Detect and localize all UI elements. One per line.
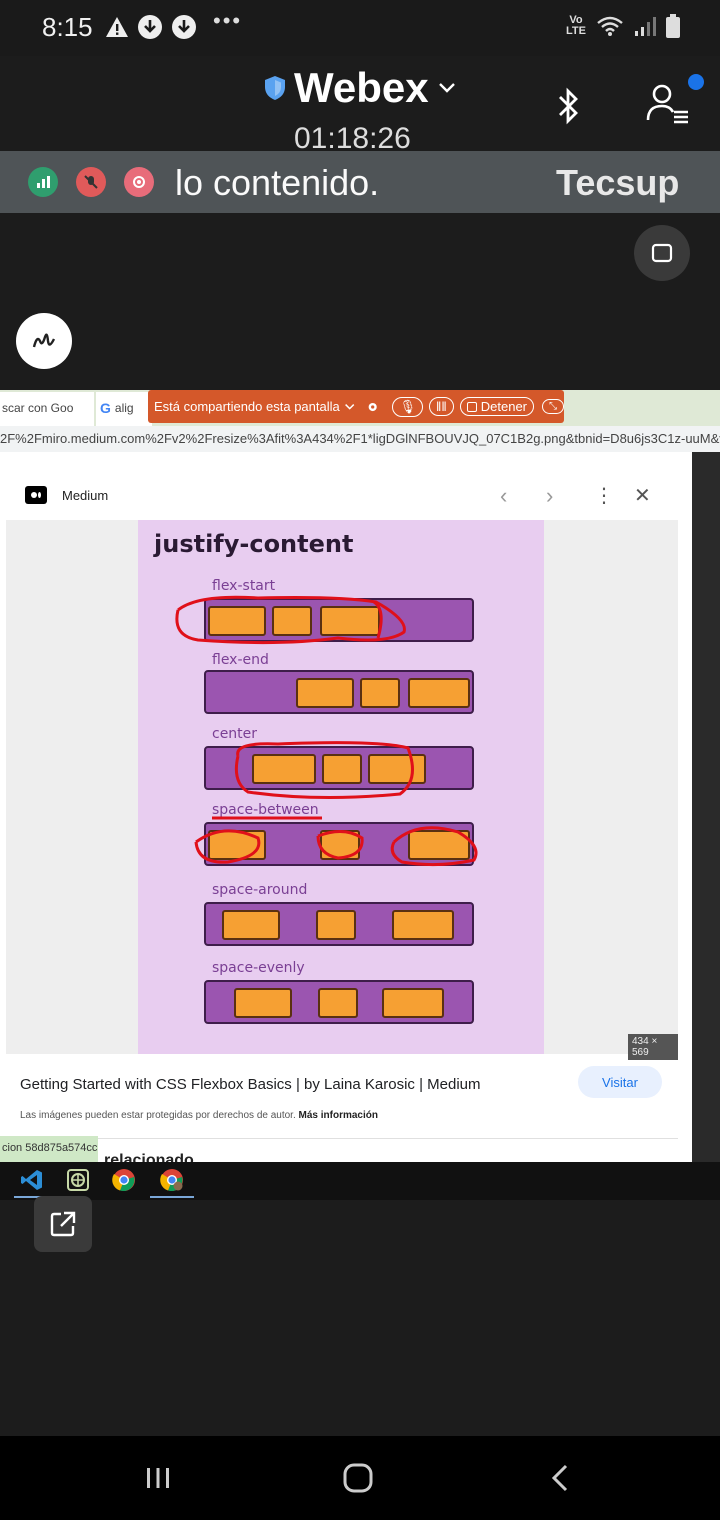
related-heading: relacionado [104,1152,194,1162]
divider [20,1138,678,1139]
image-viewer-panel: Medium ‹ › ⋮ ✕ justify-content flex-star… [0,456,692,1162]
app-icon[interactable] [66,1168,90,1192]
pause-pill-icon[interactable]: ‖‖ [429,397,454,416]
bluetooth-icon[interactable] [552,86,584,126]
download-chip[interactable]: cion 58d875a574cc [0,1136,98,1162]
gear-icon[interactable] [367,400,378,414]
recents-button[interactable] [136,1456,180,1500]
square-icon [651,243,673,263]
clock: 8:15 [42,12,93,42]
app-title: Webex [294,64,429,111]
annotate-pen-icon [32,333,56,348]
more-notifications-icon: ••• [213,8,243,33]
medium-logo-icon [25,486,47,504]
home-button[interactable] [336,1456,380,1500]
mic-muted-icon[interactable] [76,167,106,197]
webex-title-row[interactable]: Webex [264,64,457,112]
more-vert-icon[interactable]: ⋮ [594,483,614,508]
download-icon [138,15,162,39]
shared-content-ticker: lo contenido. Tecsup [0,151,720,213]
wifi-icon [597,16,623,36]
scrollbar-region [692,452,720,1162]
shield-icon [265,76,285,100]
close-icon[interactable]: ✕ [634,483,651,508]
stop-square-icon [466,401,477,412]
open-external-button[interactable] [34,1196,92,1252]
google-icon: G [100,400,111,416]
recents-icon [147,1468,169,1488]
viewer-header: Medium ‹ › ⋮ ✕ [0,456,692,518]
stop-sharing-label: Detener [480,399,527,414]
ticker-text-secondary: Tecsup [556,162,680,203]
preview-image-area[interactable]: justify-content flex-start flex-end cent… [6,520,678,1060]
android-navbar [0,1436,720,1520]
stop-sharing-button[interactable]: Detener [459,397,534,416]
open-external-icon [50,1211,76,1237]
battery-icon [666,14,680,38]
chevron-down-icon [438,83,455,93]
preview-image: justify-content flex-start flex-end cent… [138,520,544,1054]
chrome-icon[interactable] [112,1168,136,1192]
more-info-link[interactable]: Más información [299,1110,378,1121]
copyright-text: Las imágenes pueden estar protegidas por… [20,1110,296,1121]
notification-dot [688,74,704,90]
signal-icon [635,17,656,36]
back-icon [551,1464,568,1492]
webex-header: Webex 01:18:26 [0,56,720,155]
copyright-note: Las imágenes pueden estar protegidas por… [20,1110,378,1121]
sharing-banner-text: Está compartiendo esta pantalla [154,399,340,414]
visit-button[interactable]: Visitar [578,1066,662,1098]
next-icon[interactable]: › [546,483,553,509]
system-icons: Vo LTE [566,14,680,38]
status-bar: 8:15 ••• Vo LTE [0,0,720,56]
ticker-text: lo contenido. [175,162,380,203]
annotate-button[interactable] [16,313,72,369]
download-icon-2 [172,15,196,39]
stats-icon[interactable] [28,167,58,197]
sharing-banner: Está compartiendo esta pantalla 🎙 ‖‖ Det… [148,390,564,423]
home-icon [343,1463,373,1493]
previous-icon[interactable]: ‹ [500,483,507,509]
chevron-down-icon[interactable] [344,402,355,412]
browser-tab[interactable]: scar con Goo [0,392,94,426]
record-icon[interactable] [124,167,154,197]
browser-tab-label: alig [114,401,134,415]
browser-tab-google[interactable]: G alig [96,392,152,426]
address-bar[interactable]: 2F%2Fmiro.medium.com%2Fv2%2Fresize%3Afit… [0,426,720,452]
warning-icon [106,17,128,37]
vscode-icon[interactable] [20,1168,44,1192]
windows-taskbar [0,1162,720,1200]
source-site-name[interactable]: Medium [62,488,108,503]
result-title-link[interactable]: Getting Started with CSS Flexbox Basics … [20,1076,481,1093]
shared-screen: scar con Goo G alig Está compartiendo es… [0,390,720,1162]
stop-view-button[interactable] [634,225,690,281]
browser-tabbar: scar con Goo G alig Está compartiendo es… [0,390,720,426]
participants-icon[interactable] [646,82,690,126]
chrome-profile-icon[interactable] [160,1168,184,1192]
volte-icon: Vo LTE [566,14,586,37]
mic-pill-icon[interactable]: 🎙 [392,396,423,417]
annotation-marks [175,595,478,867]
expand-icon[interactable]: ⤡ [542,399,564,414]
back-button[interactable] [538,1456,582,1500]
notification-icons [105,14,197,40]
taskbar-active-indicator [150,1196,194,1198]
image-size-badge: 434 × 569 [628,1034,678,1060]
